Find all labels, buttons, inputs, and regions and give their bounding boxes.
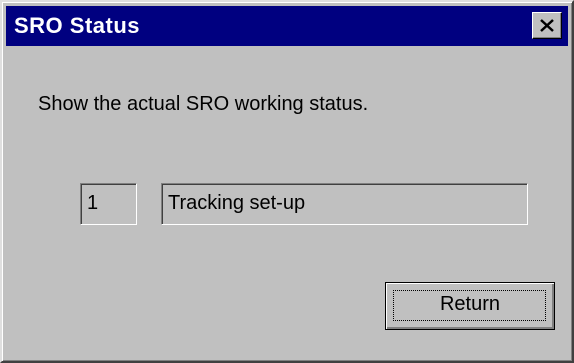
return-button-label: Return xyxy=(439,293,501,315)
return-button[interactable]: Return xyxy=(385,282,555,330)
window-title: SRO Status xyxy=(14,13,141,38)
status-number-field: 1 xyxy=(80,183,137,225)
status-text-field: Tracking set-up xyxy=(161,183,528,225)
title-bar[interactable]: SRO Status xyxy=(6,6,568,46)
close-button[interactable] xyxy=(532,12,562,39)
close-icon xyxy=(540,19,554,32)
description-text: Show the actual SRO working status. xyxy=(38,93,369,115)
sro-status-dialog: SRO Status Show the actual SRO working s… xyxy=(0,0,574,363)
